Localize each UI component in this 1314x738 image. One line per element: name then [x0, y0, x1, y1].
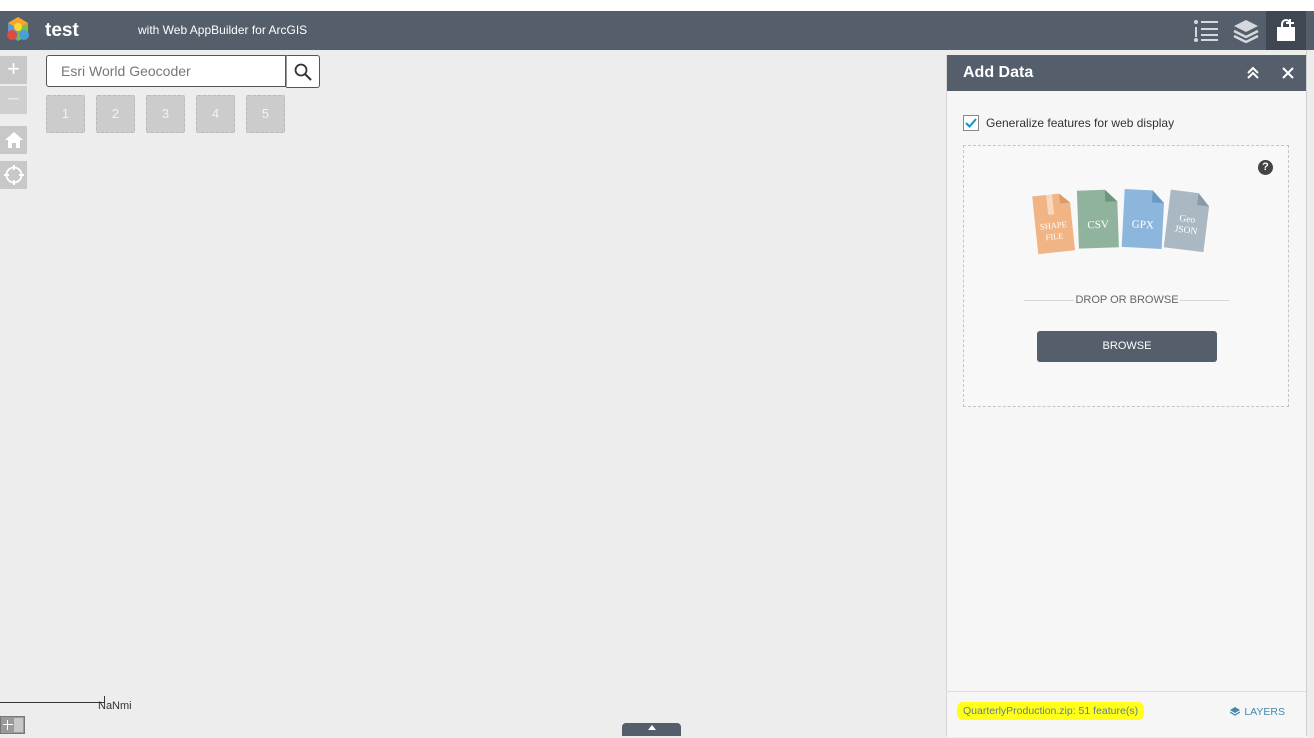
add-data-panel: Add Data Generalize features for web dis… — [946, 55, 1307, 737]
geojson-file-icon: GeoJSON — [1163, 189, 1210, 253]
search-button[interactable] — [286, 55, 320, 88]
window-right-edge — [1306, 50, 1314, 736]
file-types-illustration: SHAPEFILE CSV GPX GeoJSON — [1032, 188, 1210, 255]
drop-or-browse-label: DROP OR BROWSE — [1075, 294, 1179, 306]
legend-button[interactable] — [1186, 11, 1226, 50]
upload-status-message: QuarterlyProduction.zip: 51 feature(s) — [957, 702, 1145, 720]
search-icon — [294, 63, 312, 81]
generalize-checkbox[interactable] — [963, 115, 979, 131]
help-icon[interactable]: ? — [1258, 160, 1273, 175]
file-type-label-csv: CSV — [1087, 219, 1109, 232]
panel-title-bar: Add Data — [947, 55, 1307, 91]
file-drop-zone[interactable]: ? SHAPEFILE CSV GPX GeoJSON DROP OR BROW… — [963, 145, 1289, 407]
crosshair-icon — [3, 718, 23, 732]
zoom-control: + − — [0, 56, 27, 114]
layers-small-icon — [1230, 707, 1241, 716]
add-data-icon — [1277, 18, 1295, 41]
panel-title: Add Data — [963, 64, 1034, 81]
window-top-strip — [0, 0, 1314, 11]
app-subtitle: with Web AppBuilder for ArcGIS — [138, 23, 308, 37]
collapse-panel-button[interactable] — [1243, 63, 1263, 83]
bookmark-button-3[interactable]: 3 — [146, 95, 185, 133]
layer-list-button[interactable] — [1226, 11, 1266, 50]
search-input[interactable] — [59, 56, 283, 86]
coordinate-toggle-button[interactable] — [0, 716, 25, 734]
app-header: test with Web AppBuilder for ArcGIS — [0, 11, 1314, 50]
bookmark-button-2[interactable]: 2 — [96, 95, 135, 133]
panel-footer: QuarterlyProduction.zip: 51 feature(s) L… — [947, 691, 1307, 737]
scale-bar — [0, 696, 105, 703]
layers-icon — [1233, 19, 1259, 43]
bottom-panel-toggle[interactable] — [622, 723, 681, 736]
home-button[interactable] — [0, 126, 27, 154]
close-panel-button[interactable] — [1278, 63, 1298, 83]
legend-icon — [1194, 19, 1218, 42]
bookmark-button-5[interactable]: 5 — [246, 95, 285, 133]
add-data-button[interactable] — [1266, 11, 1306, 50]
double-chevron-up-icon — [1247, 66, 1259, 79]
close-icon — [1282, 67, 1294, 79]
bookmark-button-1[interactable]: 1 — [46, 95, 85, 133]
app-logo-icon — [3, 15, 33, 45]
map-canvas[interactable] — [0, 50, 946, 736]
csv-file-icon: CSV — [1076, 189, 1119, 249]
home-icon — [4, 132, 23, 148]
generalize-option[interactable]: Generalize features for web display — [963, 115, 1174, 131]
zoom-in-button[interactable]: + — [0, 56, 27, 84]
geocoder-search-box — [46, 55, 286, 87]
shapefile-icon: SHAPEFILE — [1032, 193, 1076, 255]
scale-bar-label: NaNmi — [98, 700, 132, 712]
gpx-file-icon: GPX — [1121, 188, 1165, 249]
generalize-label: Generalize features for web display — [986, 116, 1175, 130]
layers-link-label: LAYERS — [1244, 706, 1285, 718]
checkmark-icon — [965, 118, 977, 128]
layers-link[interactable]: LAYERS — [1230, 706, 1285, 718]
locate-icon — [3, 165, 24, 185]
file-type-label-gpx: GPX — [1132, 218, 1155, 231]
my-location-button[interactable] — [0, 161, 27, 189]
zoom-out-button[interactable]: − — [0, 86, 27, 114]
bookmark-button-4[interactable]: 4 — [196, 95, 235, 133]
app-title: test — [45, 20, 79, 41]
chevron-up-icon — [647, 725, 656, 730]
browse-button[interactable]: BROWSE — [1037, 331, 1217, 362]
